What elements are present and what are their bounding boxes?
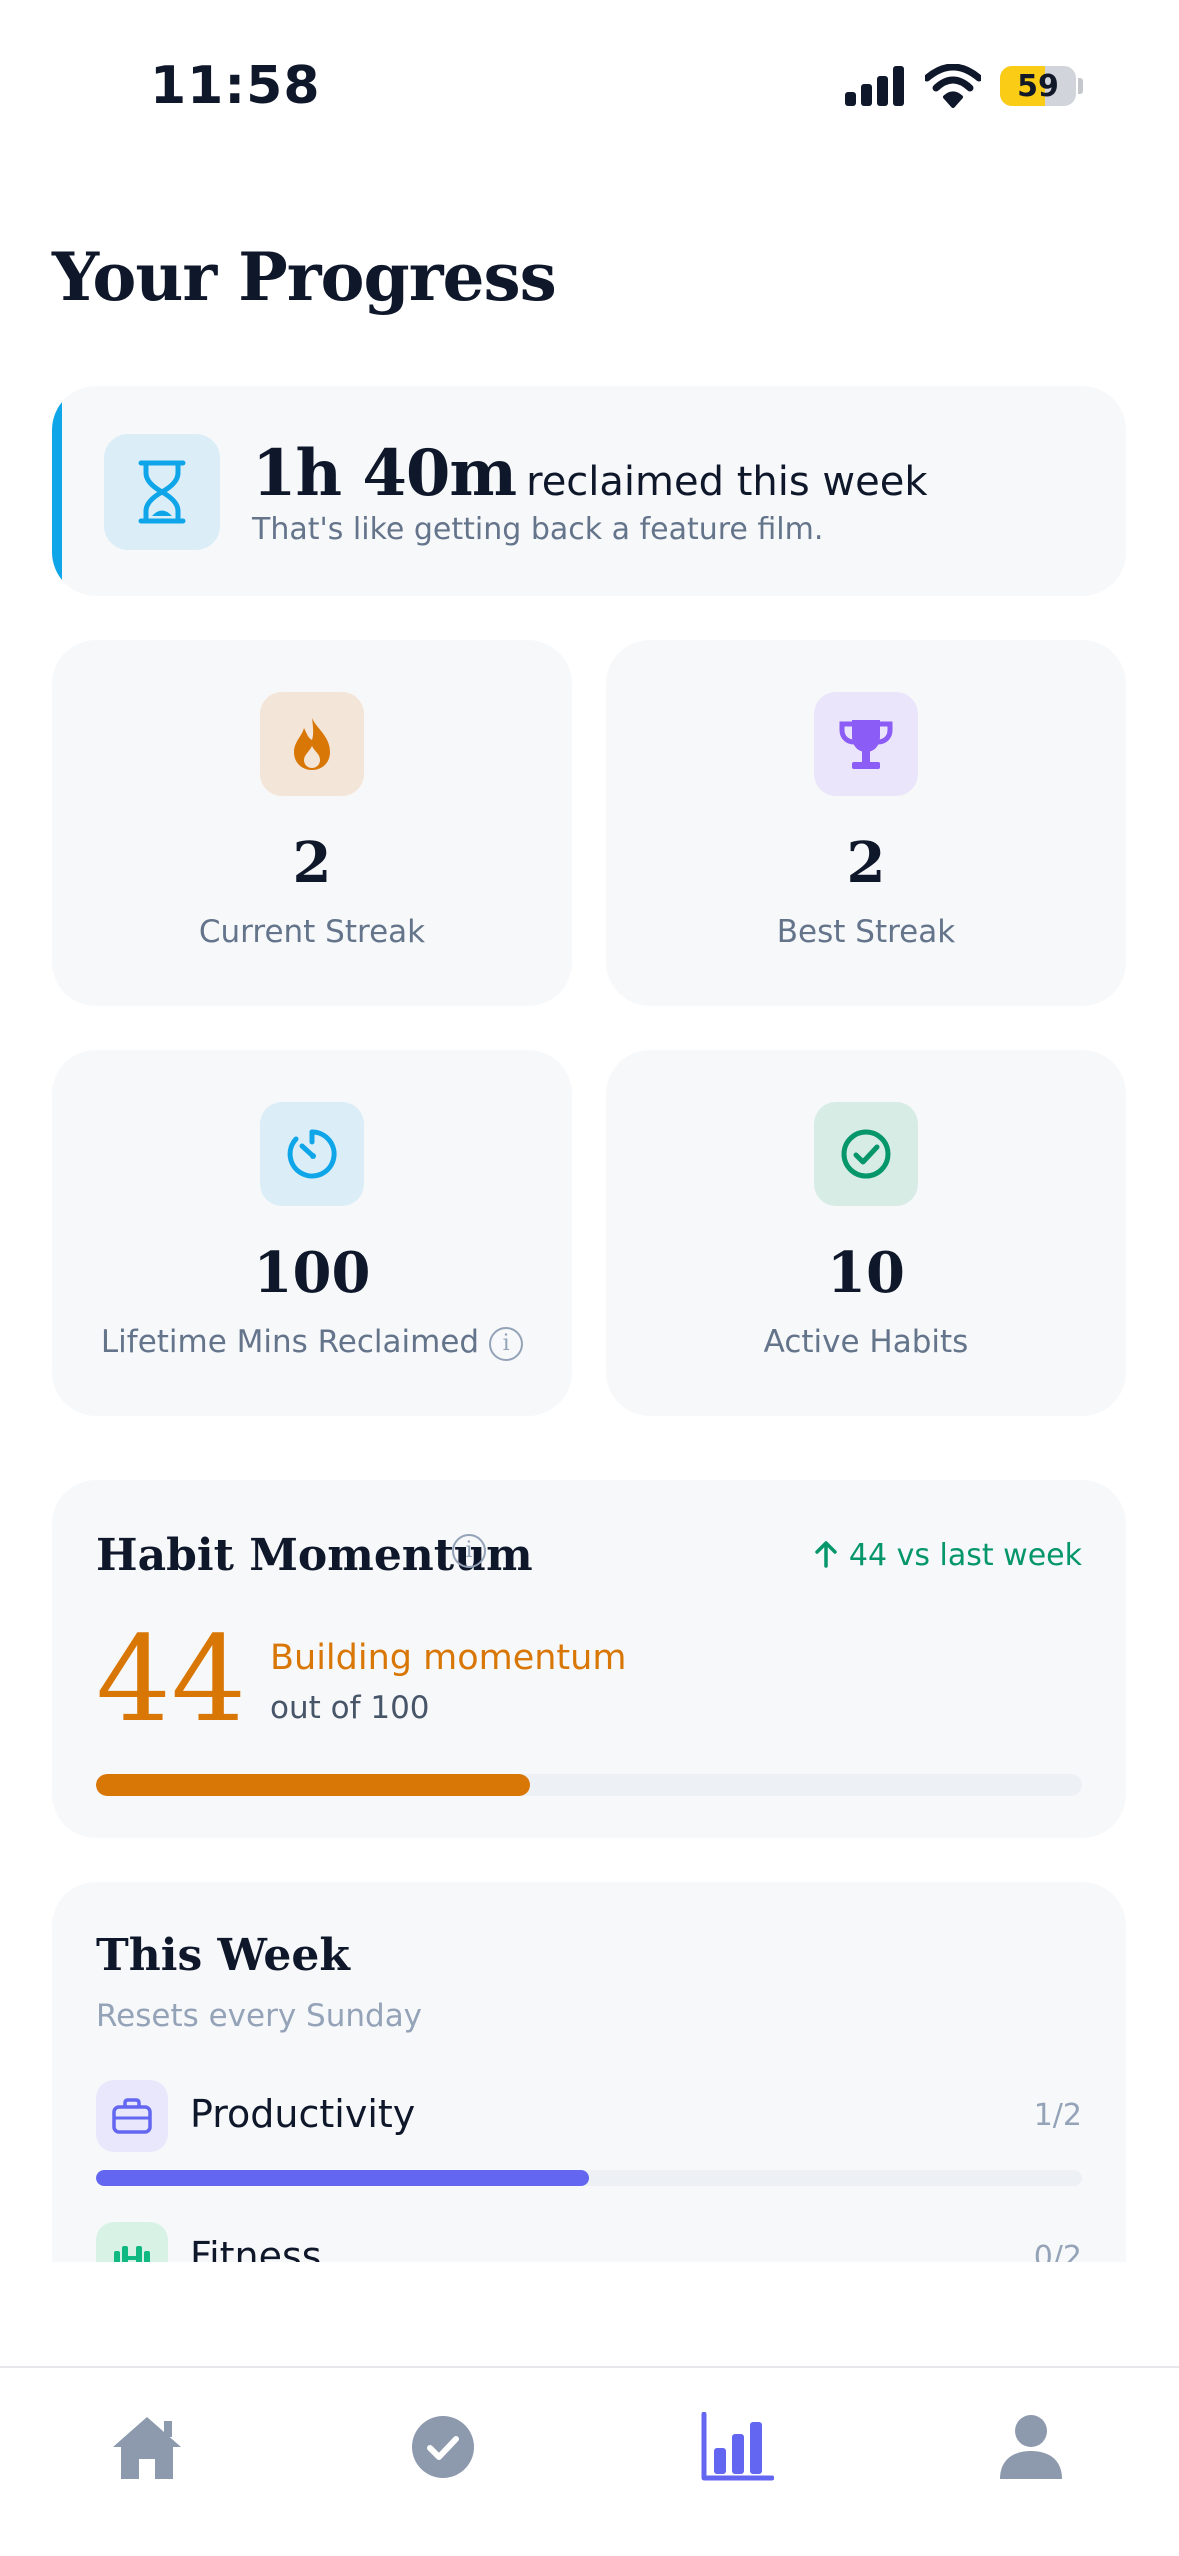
wifi-icon (925, 64, 981, 108)
stat-value: 2 (846, 830, 886, 896)
habit-momentum-card: Habit Momentum i 44 vs last week 44 Buil… (52, 1480, 1126, 1838)
stat-value: 2 (292, 830, 332, 896)
status-bar: 11:58 59 (0, 0, 1179, 170)
momentum-delta: 44 vs last week (813, 1538, 1082, 1573)
person-icon (1000, 2415, 1062, 2479)
momentum-status: Building momentum (270, 1638, 627, 1678)
battery-icon: 59 (1000, 66, 1076, 106)
momentum-progress-track (96, 1774, 1082, 1796)
home-icon (113, 2417, 181, 2479)
stat-value: 10 (827, 1240, 905, 1306)
momentum-score: 44 (96, 1610, 247, 1748)
habit-progress-track (96, 2170, 1082, 2186)
tab-bar (0, 2366, 1179, 2556)
timer-icon (260, 1102, 364, 1206)
arrow-up-icon (815, 1541, 837, 1568)
dumbbell-icon (96, 2222, 168, 2262)
this-week-title: This Week (96, 1930, 350, 1981)
info-icon[interactable]: i (489, 1326, 524, 1361)
habit-progress-fill (96, 2170, 589, 2186)
habit-count: 0/2 (1033, 2240, 1082, 2262)
habit-row-productivity[interactable]: Productivity 1/2 (96, 2080, 1082, 2220)
battery-level: 59 (1017, 68, 1059, 104)
flame-icon (260, 692, 364, 796)
lifetime-mins-card[interactable]: 100 Lifetime Mins Reclaimed i (52, 1050, 572, 1416)
reclaim-headline: 1h 40m reclaimed this week (252, 436, 928, 511)
reclaim-summary-card: 1h 40m reclaimed this week That's like ge… (52, 386, 1126, 596)
check-circle-icon (412, 2416, 474, 2478)
active-habits-card[interactable]: 10 Active Habits (606, 1050, 1126, 1416)
this-week-subtitle: Resets every Sunday (96, 1998, 423, 2034)
trophy-icon (814, 692, 918, 796)
stat-label: Current Streak (198, 914, 426, 950)
home-tab[interactable] (92, 2392, 202, 2502)
current-streak-card[interactable]: 2 Current Streak (52, 640, 572, 1006)
progress-tab[interactable] (682, 2392, 792, 2502)
stat-label-row: Lifetime Mins Reclaimed i (52, 1324, 572, 1361)
habit-name: Fitness (190, 2234, 322, 2262)
best-streak-card[interactable]: 2 Best Streak (606, 640, 1126, 1006)
reclaim-text: reclaimed this week (526, 459, 928, 505)
stat-label: Active Habits (763, 1324, 969, 1360)
cellular-signal-icon (845, 66, 905, 106)
this-week-card: This Week Resets every Sunday Productivi… (52, 1882, 1126, 2262)
info-icon[interactable]: i (452, 1534, 486, 1568)
stat-label: Lifetime Mins Reclaimed (100, 1324, 480, 1360)
habit-count: 1/2 (1033, 2098, 1082, 2133)
bar-chart-icon (701, 2412, 774, 2481)
momentum-progress-fill (96, 1774, 530, 1796)
reclaim-subtitle: That's like getting back a feature film. (252, 512, 824, 547)
profile-tab[interactable] (976, 2392, 1086, 2502)
reclaim-accent-bar (52, 386, 62, 596)
stat-label: Best Streak (776, 914, 956, 950)
hourglass-icon (104, 434, 220, 550)
momentum-delta-text: 44 vs last week (848, 1538, 1082, 1573)
page-title: Your Progress (52, 238, 557, 316)
briefcase-icon (96, 2080, 168, 2152)
habit-name: Productivity (190, 2092, 416, 2136)
momentum-out-of: out of 100 (270, 1690, 430, 1726)
status-time: 11:58 (150, 56, 321, 116)
reclaim-amount: 1h 40m (252, 436, 517, 511)
stat-value: 100 (253, 1240, 371, 1306)
habit-row-fitness[interactable]: Fitness 0/2 (96, 2222, 1082, 2262)
habits-tab[interactable] (388, 2392, 498, 2502)
check-circle-icon (814, 1102, 918, 1206)
